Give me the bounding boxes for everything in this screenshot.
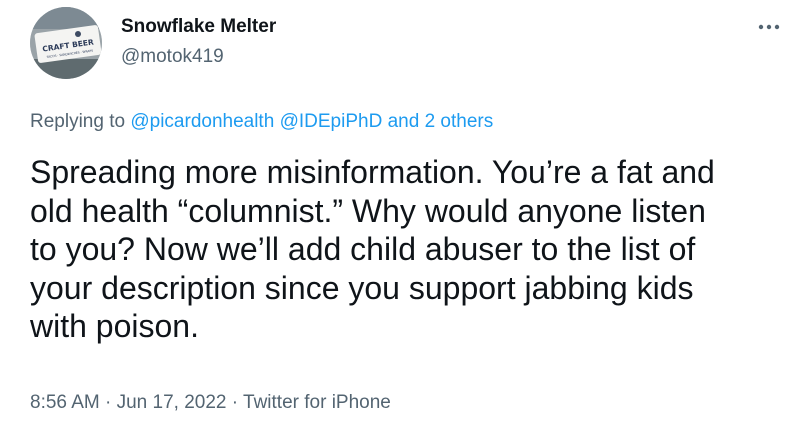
- author-display-name[interactable]: Snowflake Melter: [121, 16, 276, 38]
- mention-joiner[interactable]: and: [388, 111, 420, 132]
- tweet-date[interactable]: Jun 17, 2022: [117, 392, 227, 413]
- author-handle[interactable]: @motok419: [121, 46, 224, 68]
- mention-others-link[interactable]: 2 others: [425, 111, 494, 132]
- tweet-time[interactable]: 8:56 AM: [30, 392, 100, 413]
- mention-idepiphd[interactable]: @IDEpiPhD: [280, 111, 383, 132]
- avatar[interactable]: CRAFT BEER TACOS · SANDWICHES · WRAPS: [30, 7, 102, 79]
- more-options-button[interactable]: [752, 14, 786, 40]
- tweet-text-line: your description since you support jabbi…: [30, 269, 694, 306]
- tweet-text-line: to you? Now we’ll add child abuser to th…: [30, 231, 696, 267]
- tweet-text-line: Spreading more misinformation. You’re a …: [30, 154, 715, 190]
- meta-separator: ·: [105, 392, 112, 413]
- replying-to-label: Replying to: [30, 111, 126, 132]
- reply-context: Replying to @picardonhealth @IDEpiPhD an…: [30, 111, 493, 133]
- more-horizontal-icon: [758, 24, 780, 30]
- mention-picardonhealth[interactable]: @picardonhealth: [130, 111, 274, 132]
- meta-separator: ·: [231, 392, 239, 413]
- tweet-text-line: old health “columnist.” Why would anyone…: [30, 192, 706, 229]
- tweet-source[interactable]: Twitter for iPhone: [243, 392, 391, 413]
- avatar-emblem: [75, 31, 81, 37]
- tweet-card: CRAFT BEER TACOS · SANDWICHES · WRAPS Sn…: [0, 0, 799, 432]
- tweet-text-line: with poison.: [30, 308, 199, 344]
- tweet-text: Spreading more misinformation. You’re a …: [30, 153, 775, 346]
- avatar-craft-beer-icon: CRAFT BEER TACOS · SANDWICHES · WRAPS: [30, 7, 102, 79]
- tweet-metadata: 8:56 AM · Jun 17, 2022 · Twitter for iPh…: [30, 392, 391, 414]
